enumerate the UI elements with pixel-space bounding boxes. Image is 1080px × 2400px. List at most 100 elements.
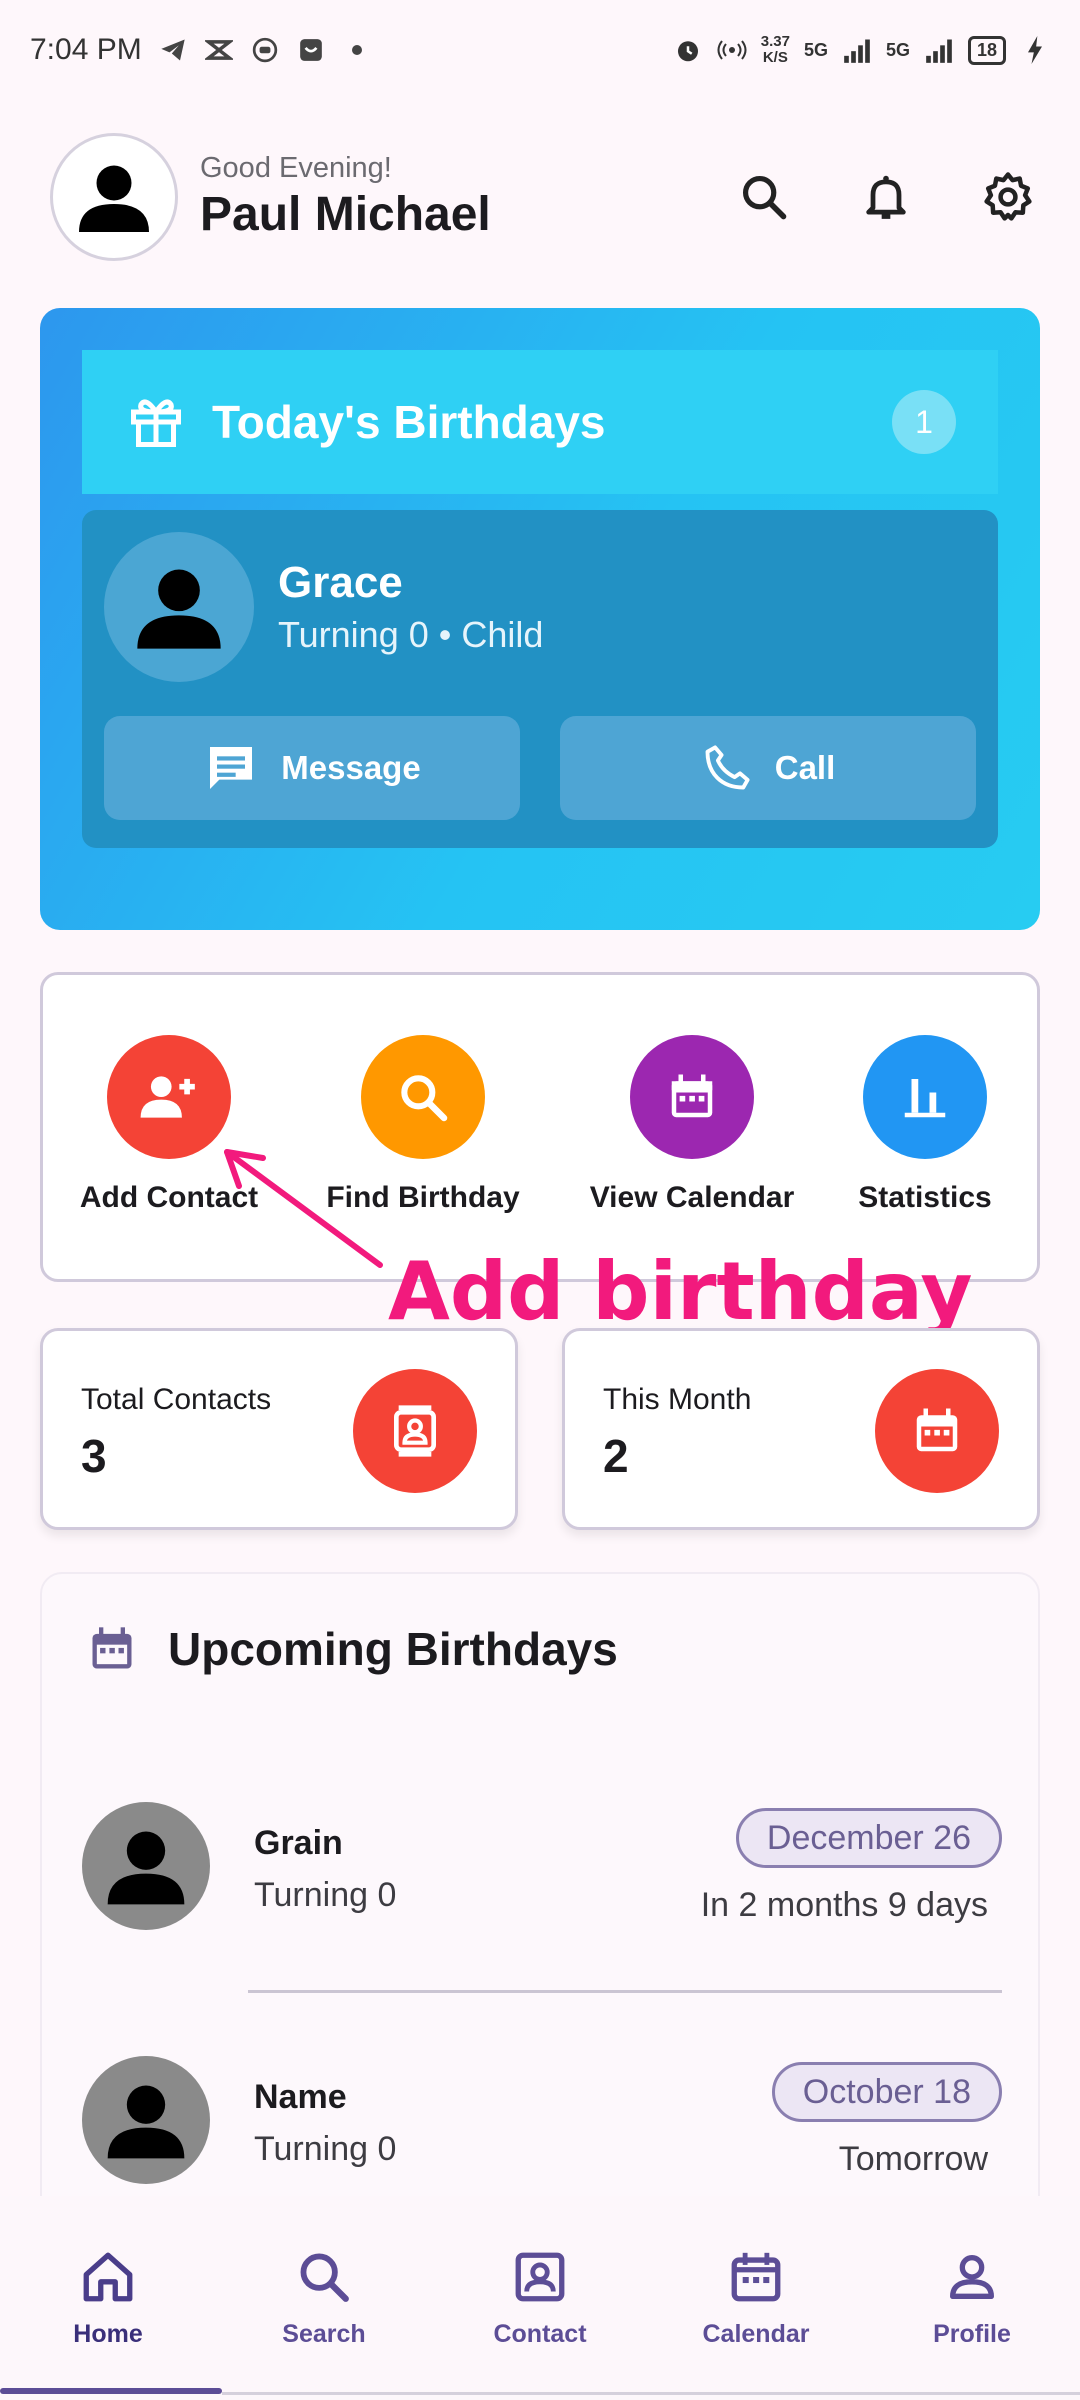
nav-item-search[interactable]: Search (216, 2196, 432, 2400)
header-actions (732, 165, 1040, 229)
alarm-icon (673, 35, 703, 65)
add-contact-circle (107, 1035, 231, 1159)
this-month-circle (875, 1369, 999, 1493)
bar-chart-icon (904, 1079, 946, 1118)
quick-actions-card: Add Contact Find Birthday View Calendar … (40, 972, 1040, 1282)
annotation-text: Add birthday (388, 1245, 973, 1338)
charging-bolt-icon (1020, 35, 1050, 65)
todays-birthdays-header: Today's Birthdays 1 (82, 350, 998, 494)
total-contacts-card[interactable]: Total Contacts 3 (40, 1328, 518, 1530)
call-button-label: Call (774, 749, 836, 786)
view-calendar-circle (630, 1035, 754, 1159)
battery-indicator: 18 (967, 35, 1006, 65)
gift-icon (131, 399, 181, 447)
person-icon (107, 2085, 185, 2159)
contacts-book-icon (394, 1405, 436, 1457)
calendar-icon (671, 1074, 713, 1118)
person-icon (107, 1831, 185, 1905)
bottom-navigation: Home Search Contact Calendar Profile (0, 2196, 1080, 2400)
search-button[interactable] (732, 165, 796, 229)
status-bar: 7:04 PM 3.37 K/S 5G 5G 18 (0, 0, 1080, 100)
todays-birthdays-title: Today's Birthdays (212, 396, 606, 448)
statistics-circle (863, 1035, 987, 1159)
nav-label-home: Home (73, 2320, 143, 2348)
upcoming-birthdays-card: Upcoming Birthdays Grain Turning 0 Decem… (40, 1572, 1040, 2222)
upcoming-birthdays-title: Upcoming Birthdays (168, 1623, 618, 1675)
nav-item-home[interactable]: Home (0, 2196, 216, 2400)
message-button-label: Message (281, 749, 421, 786)
turning-age: Turning 0 (254, 1876, 397, 1914)
date-chip: October 18 (771, 2062, 1002, 2122)
app-header: Good Evening! Paul Michael (50, 132, 1040, 262)
this-month-card[interactable]: This Month 2 (562, 1328, 1040, 1530)
birthday-person-name: Grace (278, 558, 403, 607)
search-icon (300, 2253, 349, 2302)
inbox-icon (296, 35, 326, 65)
list-item[interactable]: Grain Turning 0 December 26 In 2 months … (42, 1802, 1038, 1962)
network-speed: 3.37 K/S (761, 34, 790, 66)
robot-icon (250, 35, 280, 65)
search-icon (742, 175, 787, 220)
active-tab-indicator (0, 2388, 222, 2394)
contact-name: Grain (254, 1824, 343, 1862)
search-icon (401, 1075, 448, 1122)
greeting-text: Good Evening! (200, 152, 392, 184)
settings-button[interactable] (976, 165, 1040, 229)
signal-5g-1: 5G (803, 39, 828, 60)
avatar (82, 2056, 210, 2184)
statistics-label: Statistics (858, 1181, 992, 1214)
list-item[interactable]: Name Turning 0 October 18 Tomorrow (42, 2056, 1038, 2216)
view-calendar-action[interactable]: View Calendar (572, 1035, 812, 1215)
telegram-icon (158, 35, 188, 65)
person-icon (137, 569, 221, 649)
this-month-value: 2 (603, 1430, 629, 1482)
date-chip: December 26 (735, 1808, 1002, 1868)
user-avatar[interactable] (50, 133, 178, 261)
notifications-button[interactable] (854, 165, 918, 229)
annotation-arrow-icon (224, 1149, 383, 1268)
nav-label-search: Search (282, 2320, 366, 2348)
hotspot-icon (717, 35, 747, 65)
message-icon (210, 747, 253, 789)
nav-item-profile[interactable]: Profile (864, 2196, 1080, 2400)
gear-icon (984, 172, 1032, 221)
home-icon (83, 2252, 133, 2302)
calendar-icon (916, 1408, 958, 1452)
view-calendar-label: View Calendar (589, 1181, 795, 1214)
add-person-icon (140, 1076, 195, 1118)
total-contacts-circle (353, 1369, 477, 1493)
turning-age: Turning 0 (254, 2130, 397, 2168)
bell-icon (866, 175, 906, 219)
more-notifications-dot-icon (342, 35, 372, 65)
person-icon (79, 165, 149, 232)
statistics-action[interactable]: Statistics (805, 1035, 1045, 1215)
avatar (82, 1802, 210, 1930)
contact-name: Name (254, 2078, 347, 2116)
total-contacts-value: 3 (81, 1430, 107, 1482)
relative-time: Tomorrow (838, 2140, 988, 2178)
relative-time: In 2 months 9 days (700, 1886, 988, 1924)
contact-icon (515, 2252, 565, 2302)
net-speed-value: 3.37 (760, 33, 790, 50)
birthday-person-avatar (104, 532, 254, 682)
app-notification-icon (204, 35, 234, 65)
call-button[interactable]: Call (560, 716, 976, 820)
calendar-icon (731, 2252, 781, 2302)
this-month-label: This Month (603, 1383, 752, 1416)
nav-label-profile: Profile (933, 2320, 1011, 2348)
status-time: 7:04 PM (30, 33, 142, 66)
message-button[interactable]: Message (104, 716, 520, 820)
total-contacts-label: Total Contacts (81, 1383, 272, 1416)
signal-bars-2-icon (924, 35, 954, 65)
nav-label-contact: Contact (493, 2320, 587, 2348)
birthday-person-panel[interactable]: Grace Turning 0 • Child Message Call (82, 510, 998, 848)
birthday-person-details: Turning 0 • Child (278, 614, 544, 655)
signal-5g-2: 5G (885, 39, 910, 60)
birthday-count-badge: 1 (892, 390, 956, 454)
nav-label-calendar: Calendar (702, 2320, 810, 2348)
calendar-icon (92, 1627, 132, 1669)
phone-icon (705, 745, 750, 790)
gesture-bar (222, 2392, 1080, 2395)
nav-item-calendar[interactable]: Calendar (648, 2196, 864, 2400)
nav-item-contact[interactable]: Contact (432, 2196, 648, 2400)
